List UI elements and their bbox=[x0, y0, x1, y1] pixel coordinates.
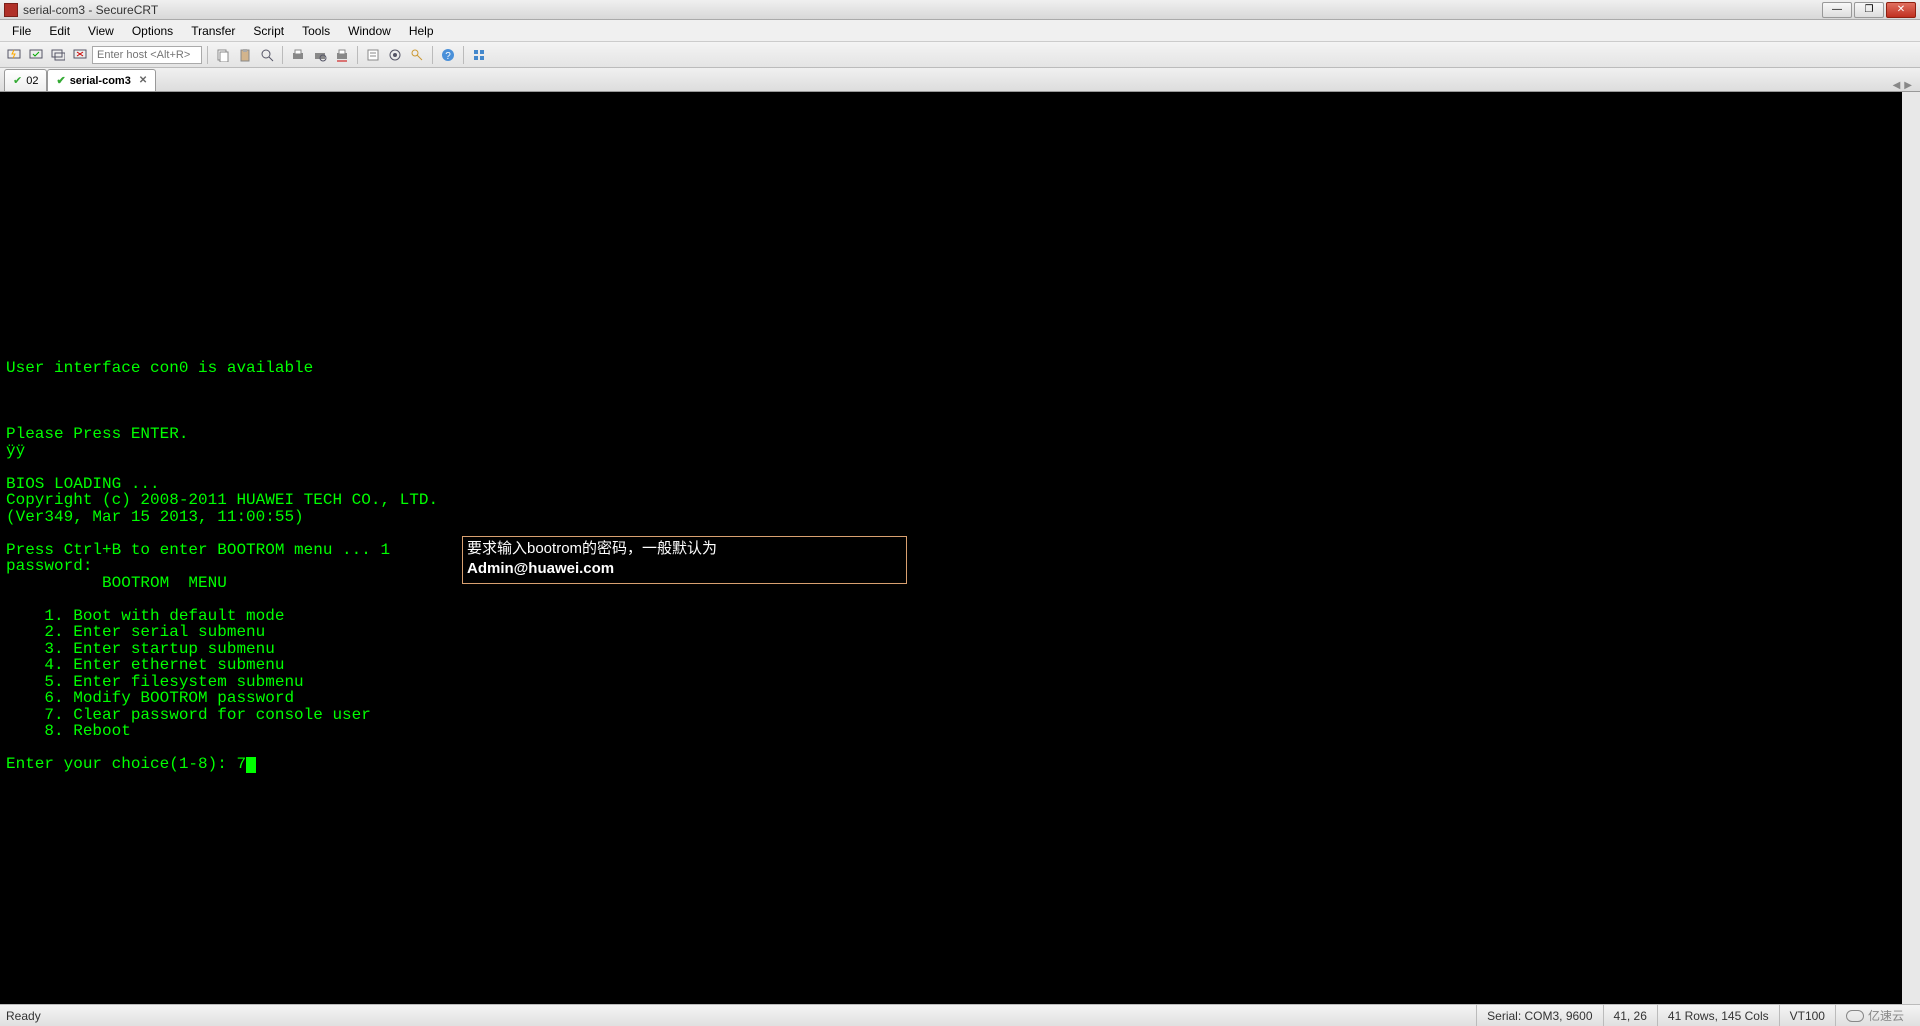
tab-prev-icon[interactable]: ◀ bbox=[1893, 80, 1901, 91]
tab-session-02[interactable]: ✔ 02 bbox=[4, 69, 47, 91]
svg-text:?: ? bbox=[445, 51, 451, 62]
tabbar: ✔ 02 ✔ serial-com3 ✕ ◀ ▶ bbox=[0, 68, 1920, 92]
tab-label: 02 bbox=[26, 75, 38, 87]
menu-transfer[interactable]: Transfer bbox=[183, 21, 243, 41]
menu-window[interactable]: Window bbox=[340, 21, 399, 41]
find-icon[interactable] bbox=[257, 45, 277, 65]
monitor-check-icon[interactable] bbox=[26, 45, 46, 65]
app-icon bbox=[4, 3, 18, 17]
print-icon[interactable] bbox=[288, 45, 308, 65]
window-titlebar: serial-com3 - SecureCRT — ❐ ✕ bbox=[0, 0, 1920, 20]
monitor-copy-icon[interactable] bbox=[48, 45, 68, 65]
status-connection: Serial: COM3, 9600 bbox=[1476, 1005, 1602, 1026]
check-icon: ✔ bbox=[13, 74, 22, 87]
menu-edit[interactable]: Edit bbox=[41, 21, 78, 41]
minimize-button[interactable]: — bbox=[1822, 2, 1852, 18]
print-preview-icon[interactable] bbox=[310, 45, 330, 65]
tab-label: serial-com3 bbox=[70, 75, 131, 87]
toolbar: ? bbox=[0, 42, 1920, 68]
menu-tools[interactable]: Tools bbox=[294, 21, 338, 41]
scrollbar-thumb[interactable] bbox=[1905, 94, 1918, 368]
monitor-lightning-icon[interactable] bbox=[4, 45, 24, 65]
tab-serial-com3[interactable]: ✔ serial-com3 ✕ bbox=[47, 69, 156, 91]
paste-icon[interactable] bbox=[235, 45, 255, 65]
menu-help[interactable]: Help bbox=[401, 21, 442, 41]
statusbar: Ready Serial: COM3, 9600 41, 26 41 Rows,… bbox=[0, 1004, 1920, 1026]
maximize-button[interactable]: ❐ bbox=[1854, 2, 1884, 18]
watermark-text: 亿速云 bbox=[1868, 1007, 1904, 1024]
properties-icon[interactable] bbox=[363, 45, 383, 65]
menu-view[interactable]: View bbox=[80, 21, 122, 41]
menu-options[interactable]: Options bbox=[124, 21, 181, 41]
terminal[interactable]: User interface con0 is available Please … bbox=[0, 92, 1920, 1004]
status-cursor: 41, 26 bbox=[1603, 1005, 1657, 1026]
close-icon[interactable]: ✕ bbox=[139, 75, 147, 86]
check-icon: ✔ bbox=[56, 74, 65, 87]
host-input[interactable] bbox=[92, 46, 202, 64]
terminal-scrollbar[interactable] bbox=[1902, 92, 1920, 1004]
print-setup-icon[interactable] bbox=[332, 45, 352, 65]
menubar: File Edit View Options Transfer Script T… bbox=[0, 20, 1920, 42]
copy-icon[interactable] bbox=[213, 45, 233, 65]
tab-next-icon[interactable]: ▶ bbox=[1904, 80, 1912, 91]
menu-script[interactable]: Script bbox=[245, 21, 292, 41]
cloud-icon bbox=[1846, 1010, 1864, 1022]
terminal-output: User interface con0 is available Please … bbox=[0, 92, 1902, 777]
menu-file[interactable]: File bbox=[4, 21, 39, 41]
monitor-x-icon[interactable] bbox=[70, 45, 90, 65]
status-emulation: VT100 bbox=[1779, 1005, 1835, 1026]
watermark-logo: 亿速云 bbox=[1835, 1005, 1914, 1026]
gear-icon[interactable] bbox=[385, 45, 405, 65]
window-title: serial-com3 - SecureCRT bbox=[23, 3, 158, 17]
grid-icon[interactable] bbox=[469, 45, 489, 65]
close-button[interactable]: ✕ bbox=[1886, 2, 1916, 18]
status-size: 41 Rows, 145 Cols bbox=[1657, 1005, 1779, 1026]
key-icon[interactable] bbox=[407, 45, 427, 65]
help-icon[interactable]: ? bbox=[438, 45, 458, 65]
status-ready: Ready bbox=[6, 1009, 41, 1023]
